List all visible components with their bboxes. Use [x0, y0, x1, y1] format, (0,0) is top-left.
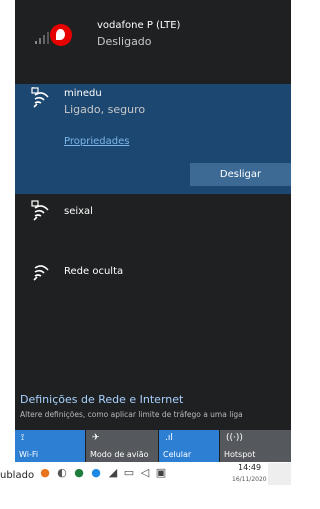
- app-tray-icon[interactable]: ●: [38, 466, 52, 480]
- hotspot-tile[interactable]: ((·)) Hotspot: [220, 430, 291, 462]
- tile-label: Modo de avião: [90, 450, 149, 459]
- tile-label: Hotspot: [224, 450, 256, 459]
- taskbar-date[interactable]: 16/11/2020: [232, 476, 267, 483]
- taskbar-clock[interactable]: 14:49: [238, 463, 261, 472]
- tile-label: Celular: [163, 450, 192, 459]
- notification-icon[interactable]: ▣: [154, 466, 168, 480]
- wifi-icon: ⟟: [21, 433, 25, 443]
- app-tray-icon[interactable]: ◐: [55, 466, 69, 480]
- cellular-status: Desligado: [97, 35, 152, 48]
- network-icon[interactable]: ◢: [106, 466, 120, 480]
- tile-label: Wi-Fi: [19, 450, 39, 459]
- cellular-name: vodafone P (LTE): [97, 20, 181, 31]
- cellular-network-item[interactable]: vodafone P (LTE) Desligado: [15, 0, 291, 70]
- wifi-secured-icon: [31, 87, 49, 108]
- wifi-icon: [33, 265, 49, 281]
- network-settings-link[interactable]: Definições de Rede e Internet: [20, 393, 183, 406]
- airplane-icon: ✈: [92, 433, 100, 443]
- cellular-icon: .ıl: [165, 433, 173, 443]
- wifi-name: Rede oculta: [64, 266, 124, 277]
- battery-icon[interactable]: ▭: [122, 466, 136, 480]
- wifi-network-item-minedu[interactable]: minedu Ligado, seguro Propriedades Desli…: [15, 84, 291, 194]
- wifi-name: minedu: [64, 88, 102, 99]
- wifi-name: seixal: [64, 206, 93, 217]
- taskbar-weather-text: ublado: [0, 470, 35, 481]
- wifi-status: Ligado, seguro: [64, 103, 146, 116]
- show-desktop-button[interactable]: [268, 463, 291, 485]
- network-settings-description: Altere definições, como aplicar limite d…: [20, 410, 243, 419]
- properties-link[interactable]: Propriedades: [64, 136, 129, 147]
- volume-icon[interactable]: ◁: [138, 466, 152, 480]
- wifi-secured-icon: [31, 200, 49, 221]
- cellular-toggle-tile[interactable]: .ıl Celular: [159, 430, 219, 462]
- vodafone-logo: [50, 24, 72, 46]
- wifi-network-item-seixal[interactable]: seixal: [15, 196, 291, 232]
- hotspot-icon: ((·)): [226, 433, 243, 443]
- wifi-toggle-tile[interactable]: ⟟ Wi-Fi: [15, 430, 85, 462]
- app-tray-icon[interactable]: ●: [72, 466, 86, 480]
- wifi-network-item-hidden[interactable]: Rede oculta: [15, 256, 291, 292]
- airplane-mode-tile[interactable]: ✈ Modo de avião: [86, 430, 158, 462]
- network-flyout: vodafone P (LTE) Desligado minedu Ligado…: [15, 0, 291, 462]
- disconnect-button[interactable]: Desligar: [190, 163, 291, 186]
- app-tray-icon[interactable]: ●: [89, 466, 103, 480]
